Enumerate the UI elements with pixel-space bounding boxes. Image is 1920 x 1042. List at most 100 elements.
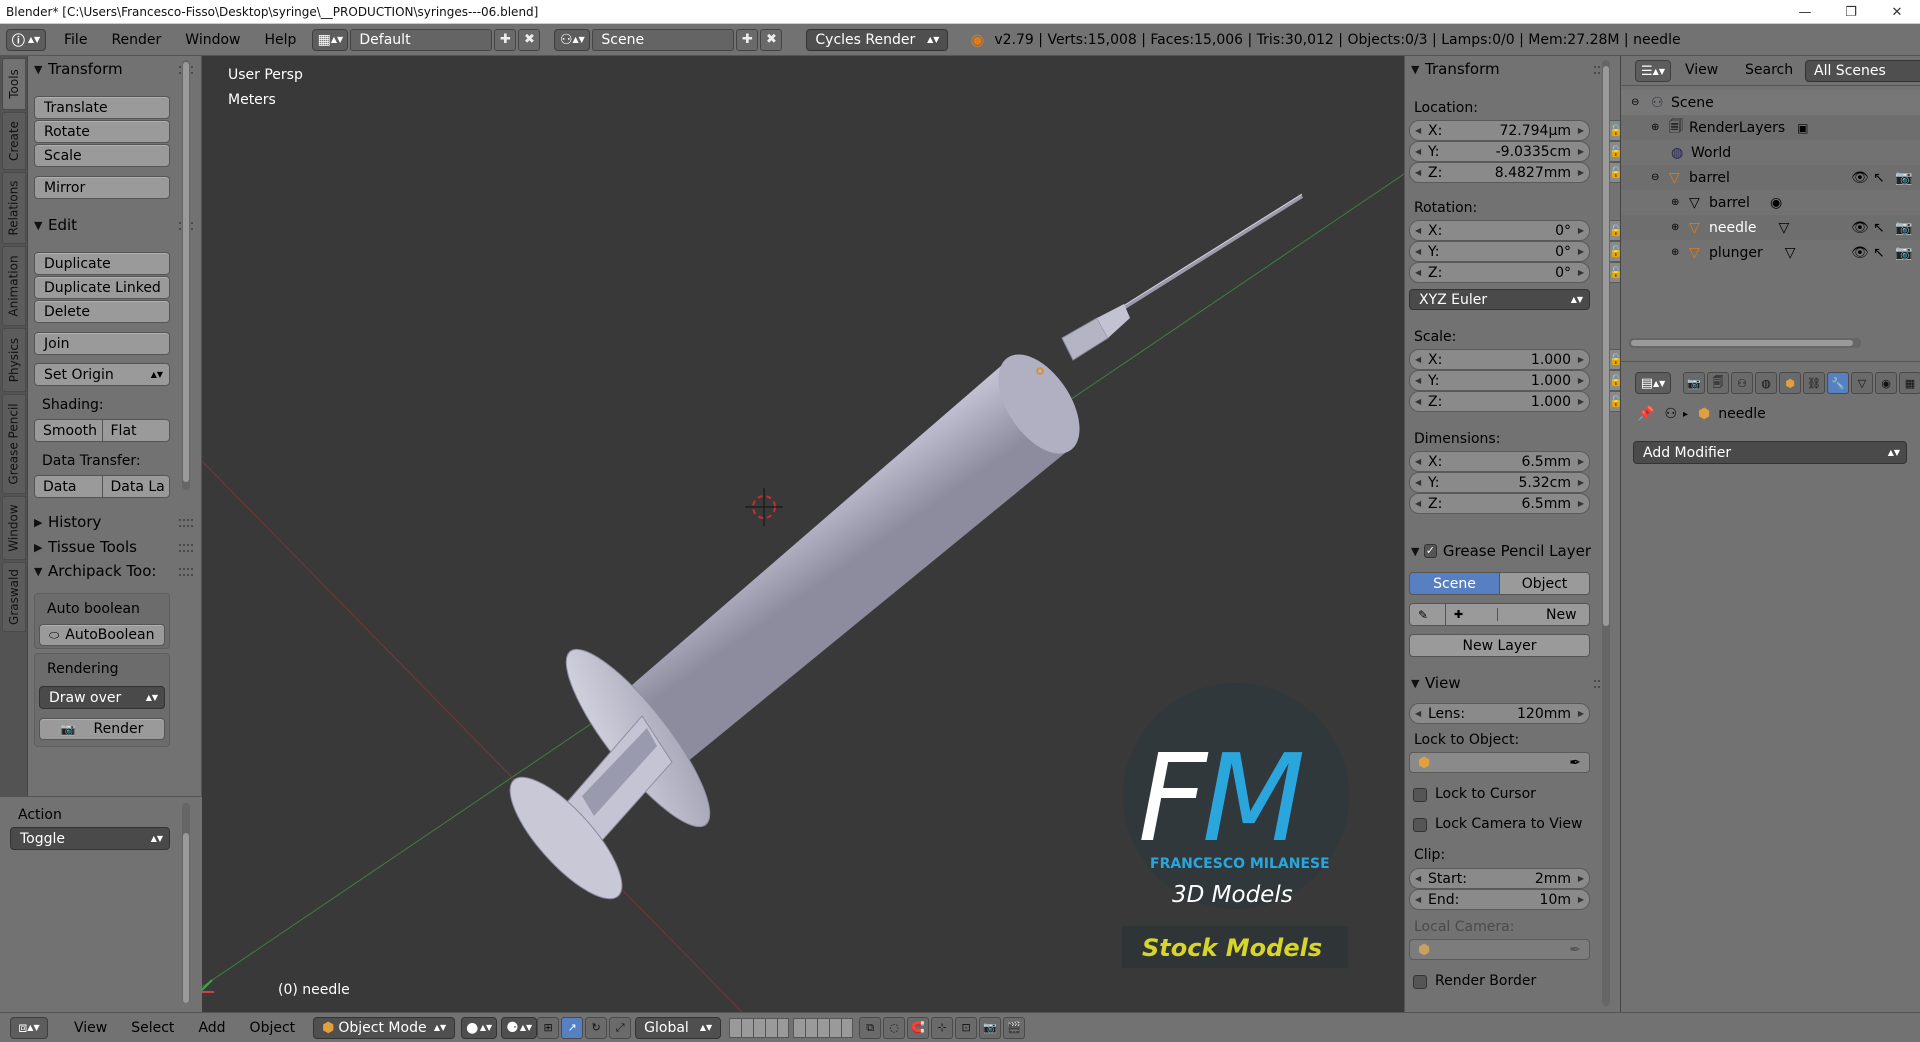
outliner-item-world[interactable]: ◍ World	[1621, 140, 1920, 165]
close-button[interactable]: ✕	[1874, 0, 1920, 24]
outliner-item-barrel-mesh[interactable]: ⊕ ▽ barrel ◉	[1621, 190, 1920, 215]
manipulator-toggle-icon[interactable]: ⊞	[537, 1016, 560, 1039]
panel-header-transform-n[interactable]: ▼ Transform	[1411, 59, 1500, 79]
opengl-render-icon[interactable]: 📷	[979, 1016, 1002, 1039]
viewport-canvas[interactable]: F M FRANCESCO MILANESE 3D Models Stock M…	[202, 56, 1404, 1012]
panel-header-edit[interactable]: ▼ Edit	[34, 215, 77, 235]
tab-relations[interactable]: Relations	[2, 172, 26, 244]
camera-render-icon[interactable]: 📷	[1895, 245, 1917, 261]
outliner-editor-type-button[interactable]: ☰ ▲▼	[1635, 60, 1671, 82]
render-engine-dropdown[interactable]: Cycles Render ▲▼	[806, 28, 949, 51]
interaction-mode-dropdown[interactable]: ⬢ Object Mode ▲▼	[313, 1016, 456, 1039]
menu-window[interactable]: Window	[173, 32, 252, 48]
pivot-point-dropdown[interactable]: ⚈ ▲▼	[501, 1016, 538, 1039]
tab-create[interactable]: Create	[2, 112, 26, 170]
join-button[interactable]: Join	[34, 332, 170, 355]
lock-to-cursor-checkbox[interactable]	[1413, 788, 1427, 802]
render-button[interactable]: 📷 Render	[39, 718, 165, 740]
proportional-edit-icon[interactable]: ◌	[883, 1016, 906, 1039]
panel-header-archipack[interactable]: ▼ Archipack Too:	[34, 561, 156, 581]
eye-icon[interactable]: 👁	[1851, 245, 1873, 261]
lens-field[interactable]: ◀ Lens: 120mm ▶	[1409, 703, 1590, 724]
scale-button[interactable]: Scale	[34, 144, 170, 167]
expand-icon[interactable]: ⊕	[1671, 197, 1687, 208]
eye-icon[interactable]: 👁	[1851, 170, 1873, 186]
grease-scene-button[interactable]: Scene	[1410, 573, 1500, 594]
grease-new-button[interactable]: ✚ New	[1446, 604, 1589, 625]
flat-button[interactable]: Flat	[102, 420, 169, 441]
panel-grip-icon[interactable]	[179, 568, 193, 576]
tab-physics[interactable]: Physics	[2, 328, 26, 392]
scene-field[interactable]: Scene	[592, 28, 735, 51]
opengl-animation-icon[interactable]: 🎬	[1003, 1016, 1026, 1039]
menu-object[interactable]: Object	[238, 1020, 308, 1036]
eyedropper-icon[interactable]: ✒	[1569, 755, 1589, 771]
autoboolean-button[interactable]: ⬭ AutoBoolean	[39, 624, 165, 646]
render-border-checkbox[interactable]	[1413, 975, 1427, 989]
panel-header-history[interactable]: ▶ History	[34, 512, 101, 532]
delete-button[interactable]: Delete	[34, 300, 170, 323]
dimension-z-field[interactable]: ◀ Z: 6.5mm ▶	[1409, 493, 1590, 514]
minimize-button[interactable]: —	[1782, 0, 1828, 24]
render-tab-icon[interactable]: 📷	[1683, 372, 1705, 394]
rotate-manipulator-icon[interactable]: ↻	[585, 1016, 608, 1039]
outliner-item-barrel-object[interactable]: ⊖ ▽ barrel 👁 ↖ 📷	[1621, 165, 1920, 190]
set-origin-dropdown[interactable]: Set Origin ▲▼	[34, 363, 170, 386]
world-tab-icon[interactable]: ◍	[1755, 372, 1777, 394]
shading-mode-dropdown[interactable]: ● ▲▼	[461, 1016, 498, 1039]
dimension-y-field[interactable]: ◀ Y: 5.32cm ▶	[1409, 472, 1590, 493]
tab-tools[interactable]: Tools	[2, 58, 26, 110]
menu-help[interactable]: Help	[252, 32, 308, 48]
cursor-select-icon[interactable]: ↖	[1873, 245, 1895, 261]
scale-y-field[interactable]: ◀ Y: 1.000 ▶	[1409, 370, 1590, 391]
eyedropper-icon[interactable]: ✒	[1569, 942, 1589, 958]
texture-tab-icon[interactable]: ▦	[1899, 372, 1920, 394]
lock-layers-icon[interactable]: ⧉	[859, 1016, 882, 1039]
clip-end-field[interactable]: ◀ End: 10m ▶	[1409, 889, 1590, 910]
remove-screen-button[interactable]: ✖	[518, 28, 541, 51]
local-camera-field[interactable]: ⬢ ✒	[1409, 939, 1590, 960]
screen-layout-button[interactable]: ▦ ▲▼	[312, 28, 349, 51]
render-layers-tab-icon[interactable]: 🗐	[1707, 372, 1729, 394]
smooth-button[interactable]: Smooth	[35, 420, 103, 441]
layer-buttons-1[interactable]	[729, 1017, 790, 1038]
operator-scrollbar[interactable]	[182, 803, 190, 1003]
menu-file[interactable]: File	[52, 32, 99, 48]
menu-render[interactable]: Render	[99, 32, 173, 48]
outliner-h-scrollbar[interactable]	[1629, 338, 1861, 348]
menu-add[interactable]: Add	[186, 1020, 237, 1036]
editor-type-info-button[interactable]: ⓘ ▲▼	[6, 28, 46, 51]
grease-new-layer-button[interactable]: New Layer	[1409, 634, 1590, 657]
snap-target-icon[interactable]: ⊡	[955, 1016, 978, 1039]
panel-header-transform[interactable]: ▼ Transform	[34, 59, 123, 79]
outliner-display-dropdown[interactable]: All Scenes	[1805, 60, 1920, 82]
clip-start-field[interactable]: ◀ Start: 2mm ▶	[1409, 868, 1590, 889]
translate-button[interactable]: Translate	[34, 96, 170, 119]
menu-select[interactable]: Select	[119, 1020, 186, 1036]
grease-object-button[interactable]: Object	[1500, 573, 1589, 594]
pin-icon[interactable]: 📌	[1637, 406, 1654, 422]
rotation-y-field[interactable]: ◀ Y: 0° ▶	[1409, 241, 1590, 262]
mesh-data-tab-icon[interactable]: ▽	[1851, 372, 1873, 394]
duplicate-linked-button[interactable]: Duplicate Linked	[34, 276, 170, 299]
grease-pencil-checkbox[interactable]: ✓	[1423, 544, 1437, 558]
camera-render-icon[interactable]: 📷	[1895, 220, 1917, 236]
expand-icon[interactable]: ⊕	[1651, 122, 1667, 133]
outliner-view-menu[interactable]: View	[1685, 62, 1718, 78]
scene-tab-icon[interactable]: ⚇	[1731, 372, 1753, 394]
outliner-item-plunger[interactable]: ⊕ ▽ plunger ▽ 👁 ↖ 📷	[1621, 240, 1920, 265]
rotate-button[interactable]: Rotate	[34, 120, 170, 143]
outliner-search-menu[interactable]: Search	[1745, 62, 1793, 78]
rotation-x-field[interactable]: ◀ X: 0° ▶	[1409, 220, 1590, 241]
scale-manipulator-icon[interactable]: ⤢	[609, 1016, 632, 1039]
scale-x-field[interactable]: ◀ X: 1.000 ▶	[1409, 349, 1590, 370]
object-tab-icon[interactable]: ⬢	[1779, 372, 1801, 394]
add-screen-button[interactable]: ✚	[494, 28, 517, 51]
cursor-select-icon[interactable]: ↖	[1873, 220, 1895, 236]
snap-icon[interactable]: 🧲	[907, 1016, 930, 1039]
mirror-button[interactable]: Mirror	[34, 176, 170, 199]
cursor-select-icon[interactable]: ↖	[1873, 170, 1895, 186]
transform-orientation-dropdown[interactable]: Global ▲▼	[635, 1016, 722, 1039]
snap-element-icon[interactable]: ⊹	[931, 1016, 954, 1039]
location-z-field[interactable]: ◀ Z: 8.4827mm ▶	[1409, 162, 1590, 183]
